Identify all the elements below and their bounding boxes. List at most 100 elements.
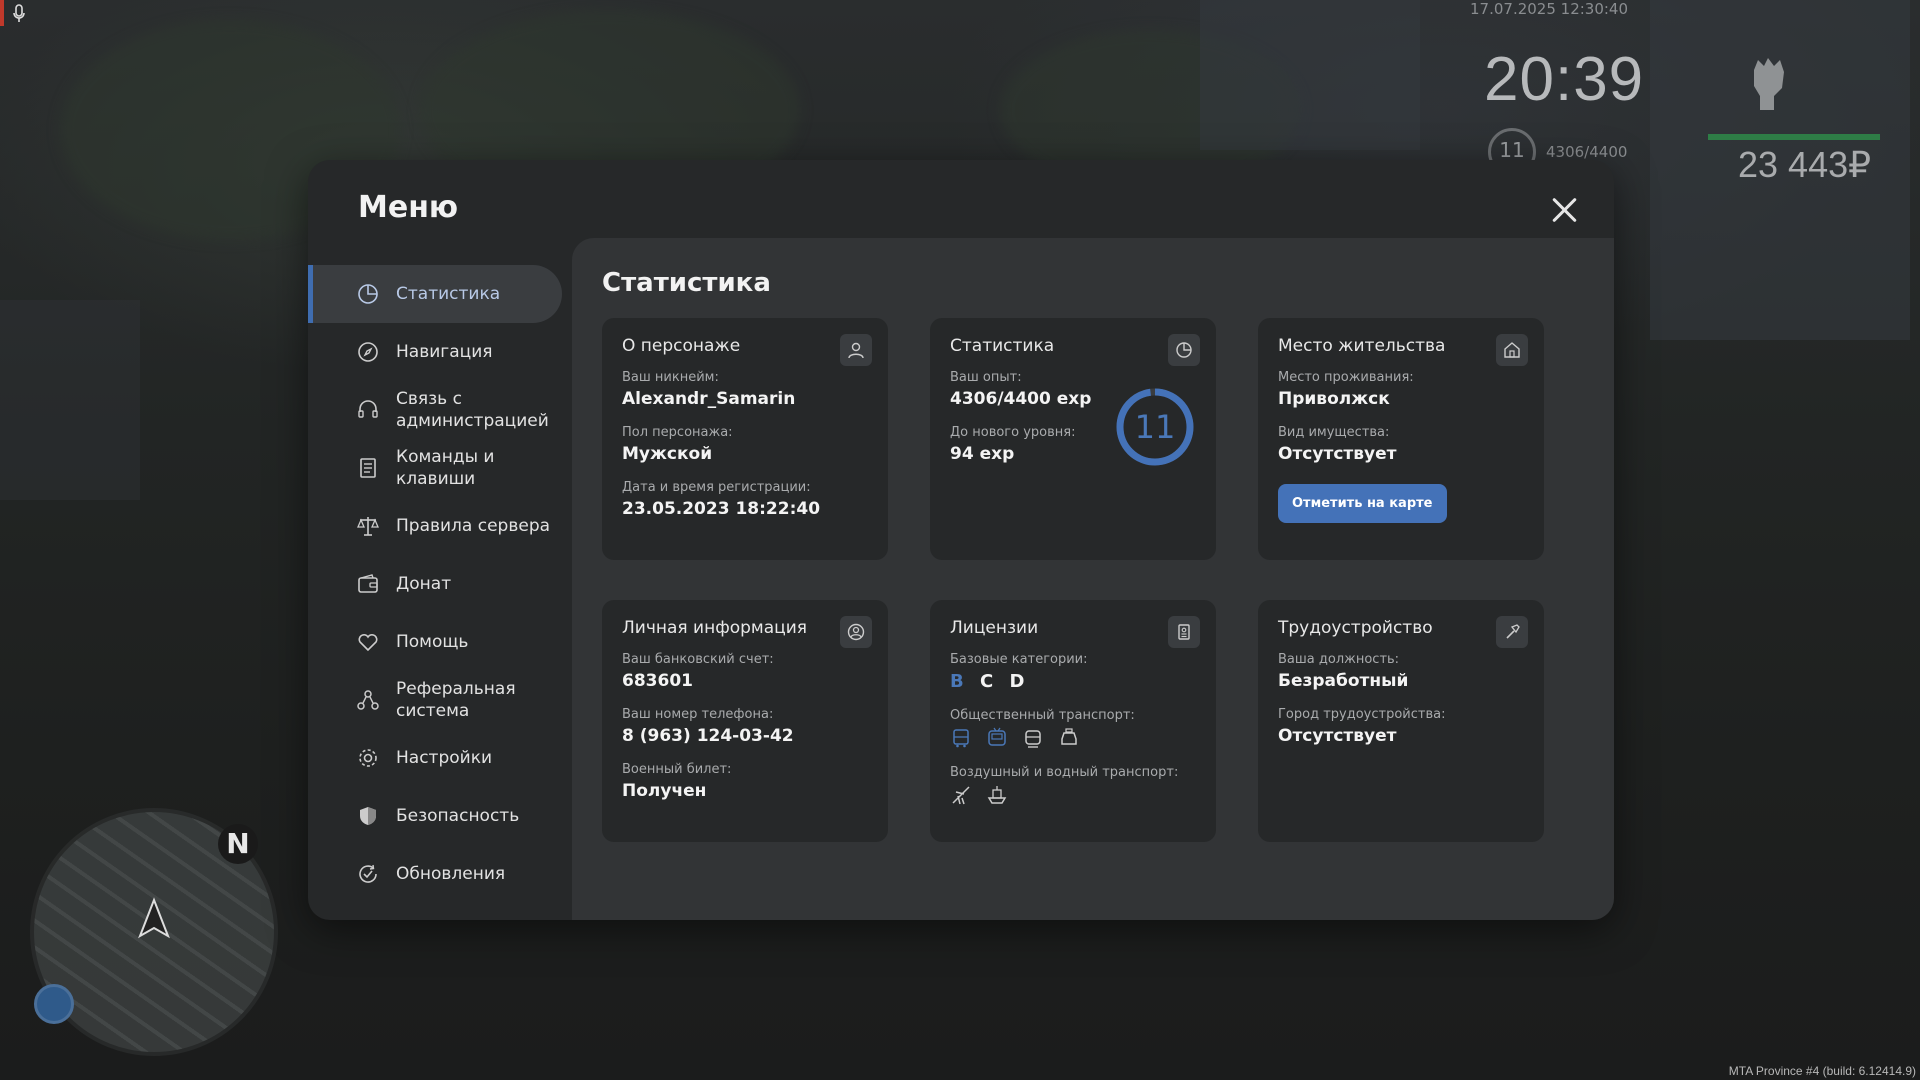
sidebar-item-label: Помощь [396,632,469,652]
base-categories-label: Базовые категории: [950,652,1088,667]
level-number: 11 [1134,408,1176,446]
license-category-b: B [950,671,964,692]
license-category-d: D [1009,671,1025,692]
user-circle-icon [847,623,865,641]
military-value: Получен [622,781,707,801]
job-city-value: Отсутствует [1278,726,1397,746]
license-categories: B C D [950,671,1196,692]
wallet-icon [358,574,378,593]
character-card: О персонаже Ваш никнейм: Alexandr_Samari… [602,318,888,560]
property-label: Вид имущества: [1278,425,1390,440]
sidebar-item-referral[interactable]: Реферальная система [308,671,562,729]
content-panel: Статистика О персонаже Ваш никнейм: Alex… [572,238,1614,920]
gender-value: Мужской [622,444,713,464]
phone-label: Ваш номер телефона: [622,707,774,722]
sidebar-item-rules[interactable]: Правила сервера [308,497,562,555]
level-progress-ring: 11 [1114,386,1196,468]
bank-label: Ваш банковский счет: [622,652,774,667]
scales-icon [357,517,379,536]
background-building [0,300,140,500]
modal-title: Меню [358,190,459,225]
card-icon-box [1168,334,1200,366]
referral-network-icon [357,690,379,710]
registration-label: Дата и время регистрации: [622,480,811,495]
card-icon-box [840,334,872,366]
sidebar-item-label: Команды и клавиши [396,447,495,489]
player-arrow-icon [138,897,170,939]
sidebar-item-label: Безопасность [396,806,520,826]
residence-card: Место жительства Место проживания: Приво… [1258,318,1544,560]
licenses-card: Лицензии Базовые категории: B C D Общест… [930,600,1216,842]
card-icon-box [840,616,872,648]
pie-chart-icon [1176,342,1192,358]
sidebar-item-statistics[interactable]: Статистика [308,265,562,323]
air-water-transport-label: Воздушный и водный транспорт: [950,765,1179,780]
boat-icon [987,786,1007,804]
military-label: Военный билет: [622,762,732,777]
shield-icon [360,807,376,825]
sidebar-item-donate[interactable]: Донат [308,555,562,613]
sidebar-item-admin-contact[interactable]: Связь с администрацией [308,381,562,439]
hud-clock: 20:39 [1484,45,1645,114]
nickname-value: Alexandr_Samarin [622,389,796,409]
tram-icon [1025,730,1041,748]
sidebar: Статистика Навигация Связь с администрац… [308,265,572,903]
air-water-transport-icons [950,784,1196,806]
card-title: Статистика [950,336,1055,356]
employment-card: Трудоустройство Ваша должность: Безработ… [1258,600,1544,842]
airplane-icon [952,786,970,805]
card-icon-box [1168,616,1200,648]
sidebar-item-updates[interactable]: Обновления [308,845,562,903]
exp-label: Ваш опыт: [950,370,1022,385]
nickname-label: Ваш никнейм: [622,370,719,385]
hammer-icon [1506,624,1520,639]
card-icon-box [1496,616,1528,648]
hud-level: 11 [1499,138,1525,162]
residence-place-value: Приволжск [1278,389,1390,409]
headset-icon [358,400,378,418]
card-title: Лицензии [950,618,1039,638]
background-building [1200,0,1420,150]
phone-value: 8 (963) 124-03-42 [622,726,794,746]
job-position-label: Ваша должность: [1278,652,1400,667]
document-list-icon [360,458,376,478]
content-title: Статистика [602,268,771,298]
personal-info-card: Личная информация Ваш банковский счет: 6… [602,600,888,842]
statistics-card: Статистика Ваш опыт: 4306/4400 exp До но… [930,318,1216,560]
health-bar [1708,134,1880,140]
armor-shirt-icon [34,984,74,1024]
gender-label: Пол персонажа: [622,425,733,440]
sidebar-item-commands[interactable]: Команды и клавиши [308,439,562,497]
property-value: Отсутствует [1278,444,1397,464]
mark-on-map-button[interactable]: Отметить на карте [1278,484,1447,523]
microphone-icon [13,4,25,22]
sidebar-item-label: Связь с администрацией [396,389,549,431]
card-title: О персонаже [622,336,741,356]
sidebar-item-label: Реферальная система [396,679,516,721]
house-icon [1504,342,1520,358]
trolleybus-icon [988,727,1006,746]
compass-icon [358,342,378,362]
sidebar-item-settings[interactable]: Настройки [308,729,562,787]
refresh-check-icon [359,864,377,883]
close-button[interactable] [1546,192,1582,228]
hud-exp: 4306/4400 [1546,143,1628,161]
menu-modal: Меню Статистика Навигация Связь с админи… [308,160,1614,920]
license-document-icon [1178,624,1190,640]
card-icon-box [1496,334,1528,366]
card-title: Личная информация [622,618,808,638]
registration-value: 23.05.2023 18:22:40 [622,499,821,519]
sidebar-item-help[interactable]: Помощь [308,613,562,671]
card-title: Трудоустройство [1278,618,1433,638]
fist-weapon-icon [1754,58,1784,110]
public-transport-icons [950,727,1196,749]
sidebar-item-label: Настройки [396,748,493,768]
user-icon [848,342,864,359]
license-category-c: C [980,671,994,692]
hud-money: 23 443₽ [1738,144,1872,185]
bus-icon [953,729,969,748]
sidebar-item-security[interactable]: Безопасность [308,787,562,845]
sidebar-item-navigation[interactable]: Навигация [308,323,562,381]
hud-datetime: 17.07.2025 12:30:40 [1470,0,1629,18]
sidebar-item-label: Донат [396,574,452,594]
